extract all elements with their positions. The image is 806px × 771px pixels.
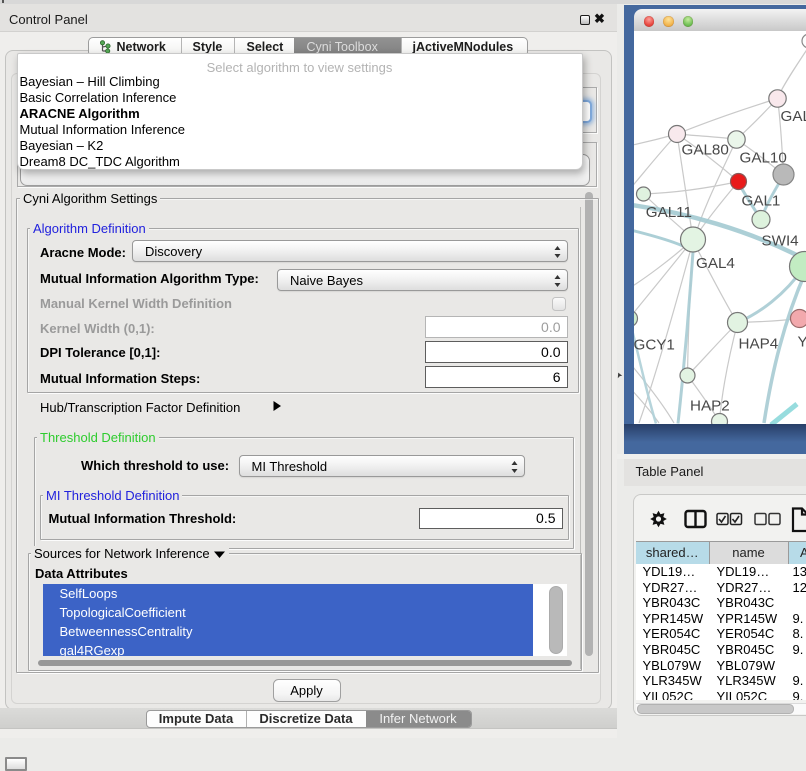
svg-text:SWI4: SWI4: [761, 232, 798, 249]
svg-text:HAP4: HAP4: [738, 335, 778, 352]
svg-text:GAL11: GAL11: [645, 204, 691, 221]
svg-text:GAL2: GAL2: [780, 108, 806, 125]
svg-text:GAL1: GAL1: [741, 192, 780, 209]
svg-text:HAP2: HAP2: [690, 397, 730, 414]
svg-text:GAL10: GAL10: [739, 149, 786, 166]
svg-text:GAL4: GAL4: [696, 255, 735, 272]
svg-text:GAL80: GAL80: [681, 141, 728, 158]
svg-text:GCY1: GCY1: [634, 336, 675, 353]
svg-text:Y: Y: [797, 333, 806, 350]
